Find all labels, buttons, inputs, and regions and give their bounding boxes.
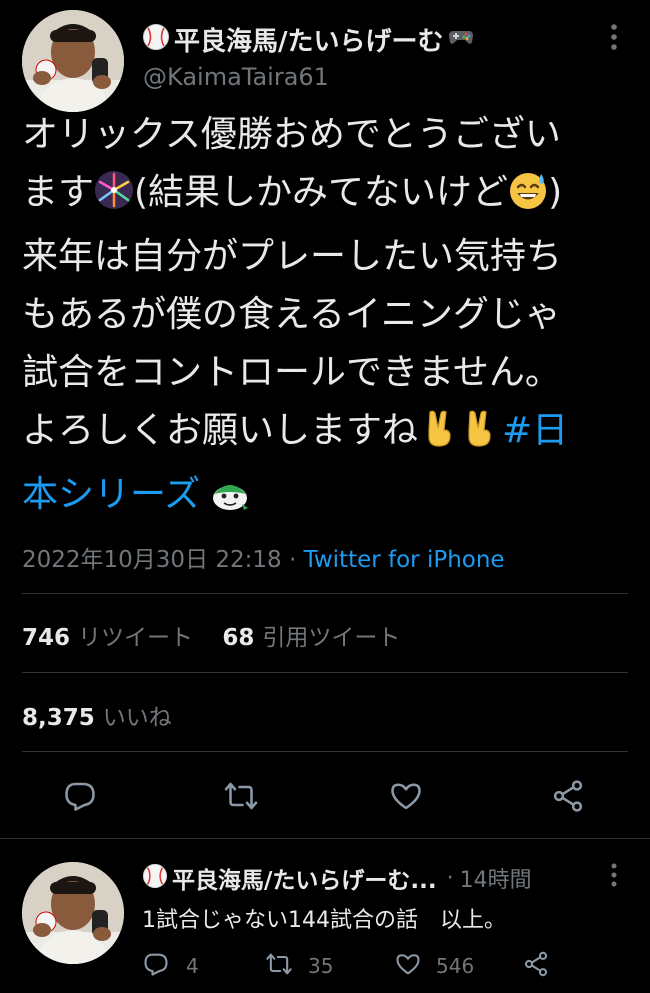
retweet-count: 35 [308,954,334,978]
reply-name-row[interactable]: 平良海馬/たいらげーむ... · 14時間 [142,862,532,894]
reply-display-name[interactable]: 平良海馬/たいらげーむ... [172,861,437,895]
reply-action-reply[interactable]: 4 [142,950,199,982]
tweet-meta: 2022年10月30日 22:18 · Twitter for iPhone [22,540,505,574]
hashflag-mascot-icon [210,472,250,530]
retweet-count: 746 [22,625,71,651]
tweet-line: 本シリーズ [22,466,642,530]
reply-icon[interactable] [62,778,98,814]
divider [22,593,628,594]
author-name-row[interactable]: 平良海馬/たいらげーむ [142,21,474,58]
tweet-text-segment: よろしくお願いしますね [22,410,419,451]
reply-avatar[interactable] [22,862,124,964]
retweet-icon[interactable] [222,778,260,814]
tweet-body: オリックス優勝おめでとうござい ます (結果しかみてないけど) 来年は自分がプ… [22,106,642,530]
grinning-sweat-icon [508,170,548,228]
divider [22,751,628,752]
reply-more-options-icon[interactable] [606,862,622,890]
tweet-text-segment: ます [22,172,95,213]
reply-text: 1試合じゃない144試合の話 以上。 [142,908,506,933]
reply-action-like[interactable]: 546 [394,950,474,982]
like-count: 546 [436,954,475,978]
tweet-line: オリックス優勝おめでとうござい [22,114,561,155]
like-label: いいね [102,705,172,731]
divider [22,672,628,673]
like-icon[interactable] [388,778,424,814]
tweet-timestamp[interactable]: 2022年10月30日 22:18 [22,547,282,573]
author-handle[interactable]: @KaimaTaira61 [143,63,329,91]
like-icon [394,950,422,982]
fireworks-icon [94,170,134,228]
retweets-stat[interactable]: 746 リツイート [22,625,193,651]
baseball-icon [142,863,168,893]
reply-separator: · [446,865,454,891]
quote-label: 引用ツイート [262,625,401,651]
author-avatar[interactable] [22,10,124,112]
quote-count: 68 [222,625,255,651]
hashtag-link-continued[interactable]: 本シリーズ [22,474,200,515]
tweet-line: 来年は自分がプレーしたい気持ち [22,236,563,277]
retweet-quote-stats: 746 リツイート 68 引用ツイート [22,618,400,652]
tweet-source-link[interactable]: Twitter for iPhone [304,547,505,573]
baseball-icon [142,23,170,55]
victory-hand-icon [462,408,496,466]
tweet-text-segment: (結果しかみてないけど [134,172,509,213]
author-display-name[interactable]: 平良海馬/たいらげーむ [174,21,444,58]
reply-action-share[interactable] [522,950,550,982]
reply-icon [142,950,170,982]
tweet-text-segment: ) [548,172,563,213]
share-icon[interactable] [550,778,586,814]
tweet-line: よろしくお願いしますね #日 [22,402,642,466]
divider [0,838,650,839]
retweet-icon [264,950,294,982]
retweet-label: リツイート [78,625,194,651]
quotes-stat[interactable]: 68 引用ツイート [222,625,400,651]
reply-count: 4 [186,954,199,978]
like-count: 8,375 [22,705,95,731]
tweet-line: ます (結果しかみてないけど) [22,164,642,228]
likes-stat[interactable]: 8,375 いいね [22,698,172,732]
victory-hand-icon [422,408,456,466]
reply-time[interactable]: 14時間 [460,862,532,894]
more-options-icon[interactable] [604,22,624,52]
reply-action-retweet[interactable]: 35 [264,950,333,982]
meta-separator: · [281,547,304,573]
share-icon [522,951,550,982]
tweet-line: もあるが僕の食えるイニングじゃ [22,294,561,335]
tweet-line: 試合をコントロールできません。 [22,352,561,393]
game-controller-icon [448,27,474,51]
hashtag-link[interactable]: #日 [502,410,568,451]
